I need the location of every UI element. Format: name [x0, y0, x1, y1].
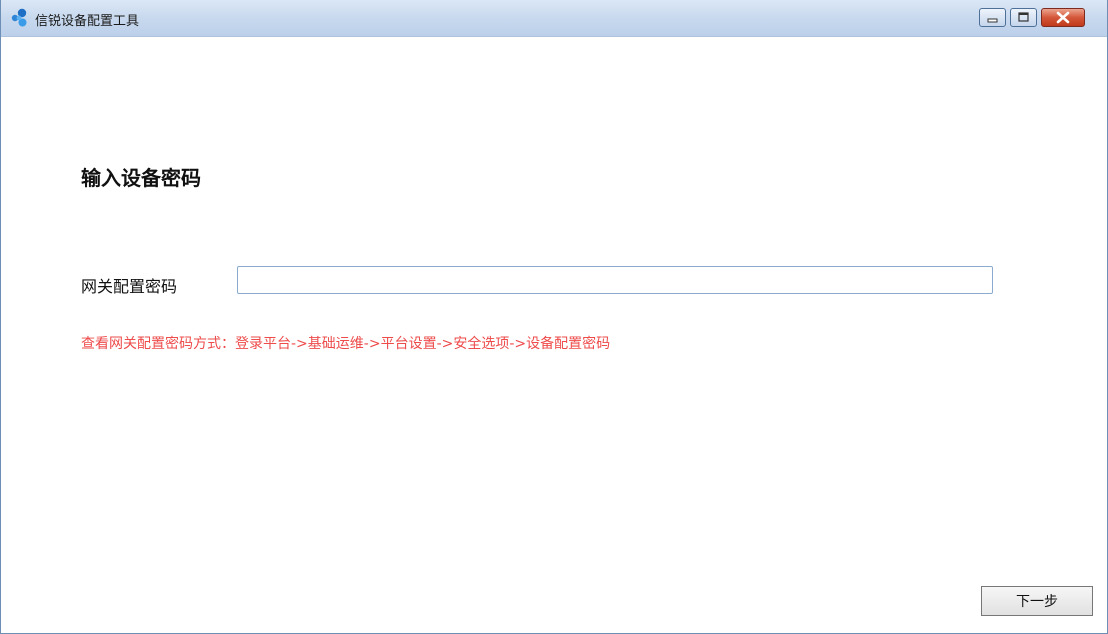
minimize-button[interactable]	[979, 8, 1006, 27]
next-step-button[interactable]: 下一步	[981, 586, 1093, 616]
maximize-button[interactable]	[1010, 8, 1037, 27]
close-button[interactable]	[1041, 8, 1085, 27]
app-logo-icon	[10, 8, 30, 28]
app-window: 信锐设备配置工具 输入设备密码 网关配置密码 查看网关配置密码方式：登录平台->…	[0, 0, 1108, 634]
page-heading: 输入设备密码	[81, 166, 201, 190]
password-hint-text: 查看网关配置密码方式：登录平台->基础运维->平台设置->安全选项->设备配置密…	[81, 336, 611, 352]
password-field-label: 网关配置密码	[81, 277, 178, 296]
gateway-password-input[interactable]	[237, 266, 993, 294]
window-title: 信锐设备配置工具	[35, 14, 140, 29]
title-bar[interactable]: 信锐设备配置工具	[1, 0, 1107, 37]
